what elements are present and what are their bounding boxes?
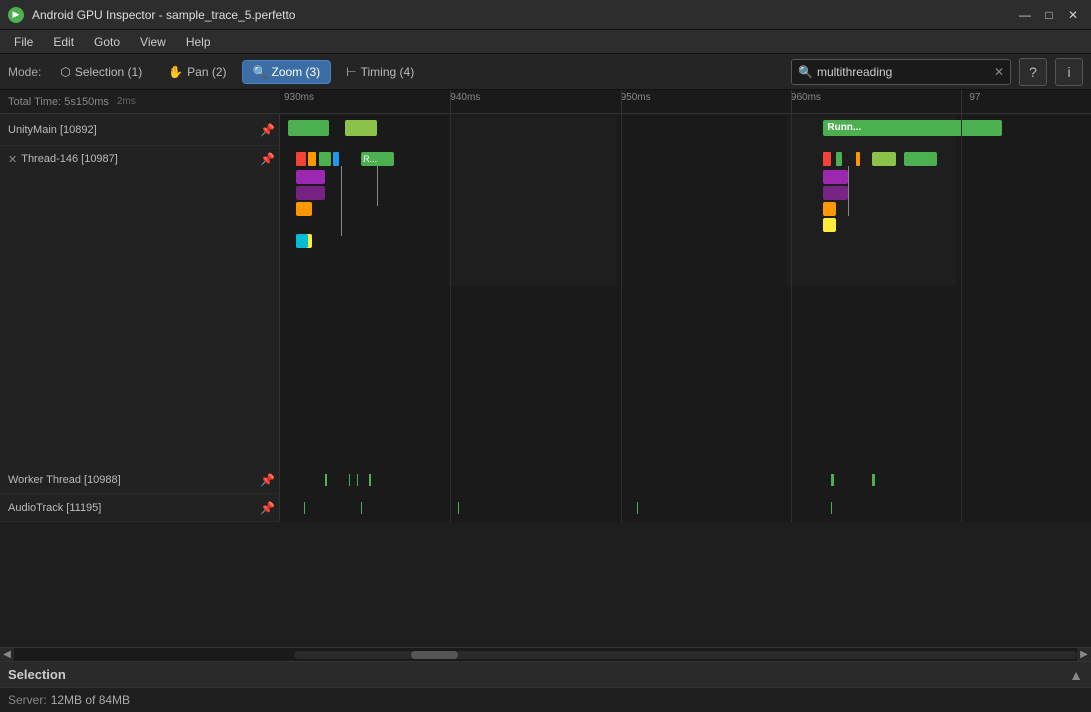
- close-button[interactable]: ✕: [1063, 5, 1083, 25]
- pin-icon-unitymain[interactable]: 📌: [260, 123, 275, 137]
- scrollbar-track[interactable]: [294, 651, 1077, 659]
- audiotrack-label: AudioTrack [11195]: [8, 502, 101, 514]
- pin-icon-worker[interactable]: 📌: [260, 473, 275, 487]
- scroll-left-button[interactable]: ◀: [0, 648, 14, 662]
- track-label-audiotrack: AudioTrack [11195] 📌: [0, 494, 280, 521]
- mode-label: Mode:: [8, 65, 41, 79]
- close-track-button[interactable]: ✕: [8, 153, 17, 166]
- selection-panel: Selection ▲ Server: 12MB of 84MB: [0, 661, 1091, 712]
- pin-icon-thread146[interactable]: 📌: [260, 152, 275, 166]
- pan-icon: ✋: [168, 65, 183, 79]
- zoom-icon: 🔍: [253, 65, 268, 79]
- menu-edit[interactable]: Edit: [43, 33, 84, 51]
- info-button[interactable]: i: [1055, 58, 1083, 86]
- empty-track-area: [0, 286, 1091, 466]
- track-row-unitymain: UnityMain [10892] 📌 Runn...: [0, 114, 1091, 146]
- track-canvas-worker[interactable]: [280, 466, 1091, 494]
- title-bar: ▶ Android GPU Inspector - sample_trace_5…: [0, 0, 1091, 30]
- maximize-button[interactable]: □: [1039, 5, 1059, 25]
- selection-title: Selection: [8, 667, 1069, 682]
- pin-icon-audiotrack[interactable]: 📌: [260, 501, 275, 515]
- worker-label: Worker Thread [10988]: [8, 474, 121, 486]
- track-row-worker: Worker Thread [10988] 📌: [0, 466, 1091, 494]
- selection-icon: ⬡: [60, 65, 70, 79]
- unitymain-label: UnityMain [10892]: [8, 124, 97, 136]
- total-time-label: Total Time: 5s150ms 2ms: [0, 96, 280, 108]
- search-clear-button[interactable]: ✕: [994, 65, 1004, 79]
- thread146-label: Thread-146 [10987]: [21, 153, 118, 165]
- pan-mode-button[interactable]: ✋ Pan (2): [157, 60, 237, 84]
- server-status: 12MB of 84MB: [51, 693, 130, 707]
- app-title: Android GPU Inspector - sample_trace_5.p…: [32, 8, 1015, 22]
- zoom-mode-button[interactable]: 🔍 Zoom (3): [242, 60, 332, 84]
- search-box: 🔍 ✕: [791, 59, 1011, 85]
- timing-icon: ⊢: [346, 65, 356, 79]
- timing-label: Timing (4): [361, 65, 415, 79]
- track-list: UnityMain [10892] 📌 Runn...: [0, 114, 1091, 647]
- minimize-button[interactable]: —: [1015, 5, 1035, 25]
- track-row-audiotrack: AudioTrack [11195] 📌: [0, 494, 1091, 522]
- menu-file[interactable]: File: [4, 33, 43, 51]
- track-canvas-audiotrack[interactable]: [280, 494, 1091, 522]
- scrollbar-thumb[interactable]: [411, 651, 458, 659]
- window-controls: — □ ✕: [1015, 5, 1083, 25]
- selection-header[interactable]: Selection ▲: [0, 662, 1091, 688]
- track-label-unitymain: UnityMain [10892] 📌: [0, 114, 280, 145]
- zoom-label: Zoom (3): [271, 65, 320, 79]
- main-area: UnityMain [10892] 📌 Runn...: [0, 114, 1091, 661]
- selection-mode-button[interactable]: ⬡ Selection (1): [49, 60, 153, 84]
- track-row-thread146: ✕ Thread-146 [10987] 📌 R...: [0, 146, 1091, 286]
- mode-bar: Mode: ⬡ Selection (1) ✋ Pan (2) 🔍 Zoom (…: [0, 54, 1091, 90]
- selection-label: Selection (1): [75, 65, 142, 79]
- scrollbar-area: ◀ ▶: [0, 647, 1091, 661]
- timeline-ruler: 930ms 940ms 950ms 960ms 97: [280, 90, 1091, 113]
- help-circle-button[interactable]: ?: [1019, 58, 1047, 86]
- scale-label: 2ms: [117, 96, 136, 107]
- menu-goto[interactable]: Goto: [84, 33, 130, 51]
- track-label-worker: Worker Thread [10988] 📌: [0, 466, 280, 493]
- menu-bar: File Edit Goto View Help: [0, 30, 1091, 54]
- selection-toggle-icon: ▲: [1069, 667, 1083, 683]
- scroll-right-button[interactable]: ▶: [1077, 648, 1091, 662]
- track-canvas-thread146[interactable]: R...: [280, 146, 1091, 286]
- menu-help[interactable]: Help: [176, 33, 221, 51]
- pan-label: Pan (2): [187, 65, 226, 79]
- timing-mode-button[interactable]: ⊢ Timing (4): [335, 60, 425, 84]
- search-icon: 🔍: [798, 65, 813, 79]
- track-canvas-unitymain[interactable]: Runn...: [280, 114, 1091, 146]
- track-label-thread146: ✕ Thread-146 [10987] 📌: [0, 146, 280, 286]
- app-icon: ▶: [8, 7, 24, 23]
- server-label: Server:: [8, 693, 47, 707]
- menu-view[interactable]: View: [130, 33, 176, 51]
- search-input[interactable]: [817, 65, 994, 79]
- timeline-header: Total Time: 5s150ms 2ms 930ms 940ms 950m…: [0, 90, 1091, 114]
- selection-status-bar: Server: 12MB of 84MB: [0, 688, 1091, 712]
